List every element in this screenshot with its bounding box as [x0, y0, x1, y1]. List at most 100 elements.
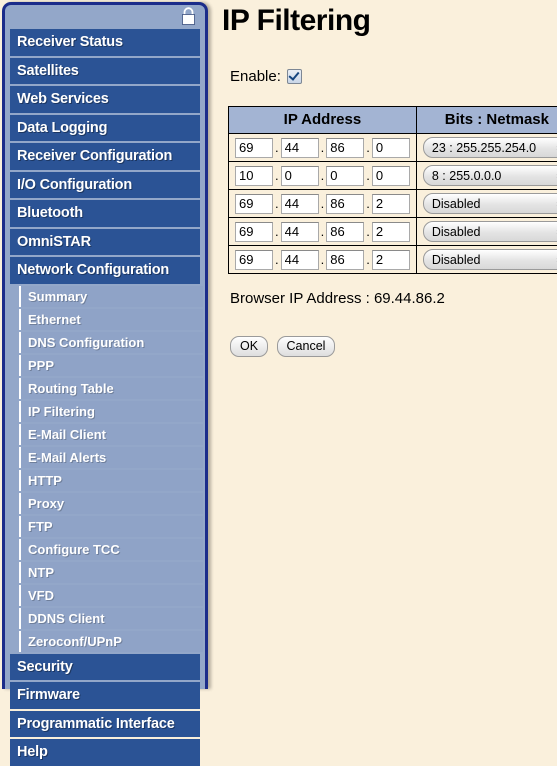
- sidebar-item-network-configuration[interactable]: Network Configuration: [10, 257, 200, 284]
- ip-octet-input-4[interactable]: [372, 222, 410, 242]
- ip-octet-separator: .: [273, 168, 281, 183]
- sidebar-subitem-e-mail-client[interactable]: E-Mail Client: [19, 424, 203, 445]
- sidebar-subitem-vfd[interactable]: VFD: [19, 585, 203, 606]
- ip-octet-input-2[interactable]: [281, 250, 319, 270]
- ip-octet-separator: .: [319, 252, 327, 267]
- sidebar-item-receiver-status[interactable]: Receiver Status: [10, 29, 200, 56]
- lock-icon: [180, 6, 197, 26]
- netmask-select-wrapper: Disabled8 : 255.0.0.023 : 255.255.254.0: [423, 249, 557, 270]
- main-content: IP Filtering Enable: IP Address Bits : N…: [220, 0, 557, 689]
- table-row: ... Disabled8 : 255.0.0.023 : 255.255.254…: [229, 134, 557, 162]
- secondary-menu: Security Firmware Programmatic Interface…: [5, 654, 205, 766]
- ip-octet-separator: .: [364, 196, 372, 211]
- table-row: ... Disabled8 : 255.0.0.023 : 255.255.254…: [229, 218, 557, 246]
- netmask-select[interactable]: Disabled8 : 255.0.0.023 : 255.255.254.0: [423, 249, 557, 270]
- ip-octet-separator: .: [273, 224, 281, 239]
- ip-octet-separator: .: [364, 252, 372, 267]
- sidebar-item-bluetooth[interactable]: Bluetooth: [10, 200, 200, 227]
- sidebar-subitem-zeroconf-upnp[interactable]: Zeroconf/UPnP: [19, 631, 203, 652]
- column-header-ip-address: IP Address: [229, 107, 417, 134]
- ip-octet-separator: .: [319, 224, 327, 239]
- button-row: OK Cancel: [230, 336, 557, 357]
- netmask-select-wrapper: Disabled8 : 255.0.0.023 : 255.255.254.0: [423, 193, 557, 214]
- ip-octet-separator: .: [273, 196, 281, 211]
- enable-row: Enable:: [230, 68, 557, 85]
- sidebar-subitem-ip-filtering[interactable]: IP Filtering: [19, 401, 203, 422]
- sidebar-subitem-ntp[interactable]: NTP: [19, 562, 203, 583]
- ip-octet-input-3[interactable]: [326, 194, 364, 214]
- sidebar-subitem-ppp[interactable]: PPP: [19, 355, 203, 376]
- sidebar-subitem-ethernet[interactable]: Ethernet: [19, 309, 203, 330]
- ip-octet-input-1[interactable]: [235, 194, 273, 214]
- table-row: ... Disabled8 : 255.0.0.023 : 255.255.254…: [229, 190, 557, 218]
- ip-filter-table: IP Address Bits : Netmask ... Disabled8 :…: [228, 106, 557, 274]
- table-row: ... Disabled8 : 255.0.0.023 : 255.255.254…: [229, 162, 557, 190]
- sidebar-subitem-routing-table[interactable]: Routing Table: [19, 378, 203, 399]
- sidebar-navigation: Receiver Status Satellites Web Services …: [2, 2, 208, 689]
- ip-octet-input-1[interactable]: [235, 250, 273, 270]
- ip-octet-input-2[interactable]: [281, 138, 319, 158]
- enable-checkbox[interactable]: [287, 69, 302, 84]
- sidebar-header: [5, 5, 205, 29]
- ip-octet-input-4[interactable]: [372, 250, 410, 270]
- ip-address-cell: ...: [229, 190, 417, 218]
- netmask-cell: Disabled8 : 255.0.0.023 : 255.255.254.0: [416, 218, 557, 246]
- ip-octet-input-2[interactable]: [281, 194, 319, 214]
- sidebar-subitem-dns-configuration[interactable]: DNS Configuration: [19, 332, 203, 353]
- netmask-cell: Disabled8 : 255.0.0.023 : 255.255.254.0: [416, 134, 557, 162]
- ok-button[interactable]: OK: [230, 336, 268, 357]
- ip-octet-input-4[interactable]: [372, 138, 410, 158]
- sidebar-subitem-ftp[interactable]: FTP: [19, 516, 203, 537]
- browser-ip-address: Browser IP Address : 69.44.86.2: [230, 290, 557, 307]
- ip-octet-input-1[interactable]: [235, 138, 273, 158]
- ip-address-cell: ...: [229, 218, 417, 246]
- sidebar-item-data-logging[interactable]: Data Logging: [10, 115, 200, 142]
- ip-octet-input-4[interactable]: [372, 194, 410, 214]
- netmask-select-wrapper: Disabled8 : 255.0.0.023 : 255.255.254.0: [423, 165, 557, 186]
- ip-address-cell: ...: [229, 162, 417, 190]
- sidebar-item-help[interactable]: Help: [10, 739, 200, 766]
- cancel-button[interactable]: Cancel: [277, 336, 336, 357]
- sidebar-subitem-configure-tcc[interactable]: Configure TCC: [19, 539, 203, 560]
- sidebar-subitem-http[interactable]: HTTP: [19, 470, 203, 491]
- netmask-cell: Disabled8 : 255.0.0.023 : 255.255.254.0: [416, 162, 557, 190]
- netmask-cell: Disabled8 : 255.0.0.023 : 255.255.254.0: [416, 246, 557, 274]
- netmask-select[interactable]: Disabled8 : 255.0.0.023 : 255.255.254.0: [423, 165, 557, 186]
- ip-octet-input-3[interactable]: [326, 138, 364, 158]
- ip-octet-separator: .: [364, 140, 372, 155]
- sidebar-subitem-proxy[interactable]: Proxy: [19, 493, 203, 514]
- enable-label: Enable:: [230, 68, 281, 85]
- ip-octet-input-4[interactable]: [372, 166, 410, 186]
- ip-octet-input-2[interactable]: [281, 222, 319, 242]
- netmask-select[interactable]: Disabled8 : 255.0.0.023 : 255.255.254.0: [423, 137, 557, 158]
- ip-octet-input-2[interactable]: [281, 166, 319, 186]
- ip-octet-separator: .: [319, 168, 327, 183]
- ip-octet-separator: .: [319, 140, 327, 155]
- ip-octet-separator: .: [319, 196, 327, 211]
- table-body: ... Disabled8 : 255.0.0.023 : 255.255.254…: [229, 134, 557, 274]
- sidebar-item-programmatic-interface[interactable]: Programmatic Interface: [10, 711, 200, 738]
- ip-octet-input-1[interactable]: [235, 222, 273, 242]
- sidebar-item-security[interactable]: Security: [10, 654, 200, 681]
- netmask-select[interactable]: Disabled8 : 255.0.0.023 : 255.255.254.0: [423, 221, 557, 242]
- netmask-select[interactable]: Disabled8 : 255.0.0.023 : 255.255.254.0: [423, 193, 557, 214]
- ip-octet-input-3[interactable]: [326, 166, 364, 186]
- sidebar-item-receiver-configuration[interactable]: Receiver Configuration: [10, 143, 200, 170]
- column-header-bits-netmask: Bits : Netmask: [416, 107, 557, 134]
- sidebar-subitem-summary[interactable]: Summary: [19, 286, 203, 307]
- ip-octet-input-3[interactable]: [326, 222, 364, 242]
- sidebar-item-io-configuration[interactable]: I/O Configuration: [10, 172, 200, 199]
- netmask-select-wrapper: Disabled8 : 255.0.0.023 : 255.255.254.0: [423, 221, 557, 242]
- sidebar-subitem-e-mail-alerts[interactable]: E-Mail Alerts: [19, 447, 203, 468]
- sidebar-item-satellites[interactable]: Satellites: [10, 58, 200, 85]
- sidebar-item-web-services[interactable]: Web Services: [10, 86, 200, 113]
- sidebar-item-firmware[interactable]: Firmware: [10, 682, 200, 709]
- ip-octet-separator: .: [364, 224, 372, 239]
- sidebar-item-omnistar[interactable]: OmniSTAR: [10, 229, 200, 256]
- table-row: ...Disabled8 : 255.0.0.023 : 255.255.254…: [229, 246, 557, 274]
- primary-menu: Receiver Status Satellites Web Services …: [5, 29, 205, 284]
- ip-octet-input-3[interactable]: [326, 250, 364, 270]
- ip-octet-separator: .: [273, 140, 281, 155]
- sidebar-subitem-ddns-client[interactable]: DDNS Client: [19, 608, 203, 629]
- ip-octet-input-1[interactable]: [235, 166, 273, 186]
